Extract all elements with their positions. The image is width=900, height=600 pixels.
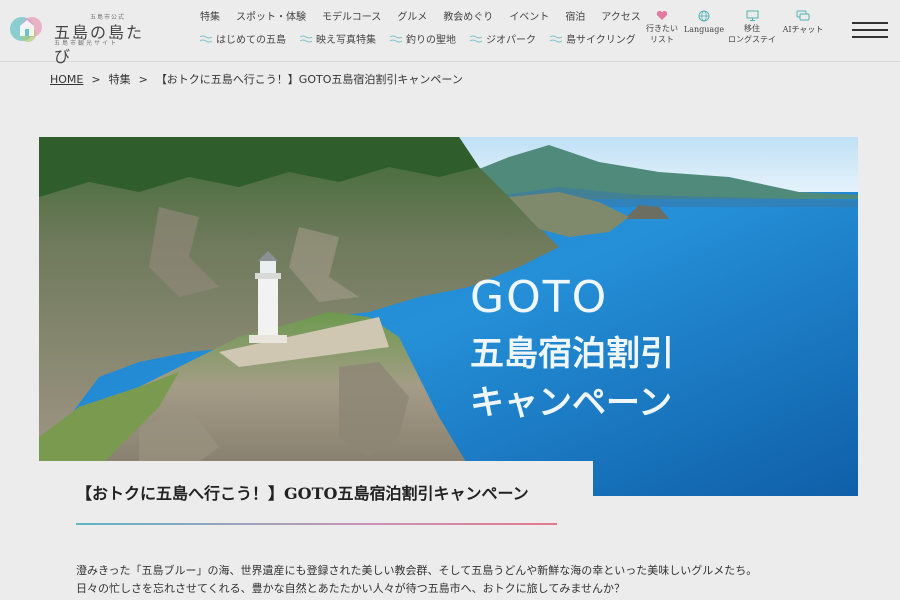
intro-line-1: 澄みきった「五島ブルー」の海、世界遺産にも登録された美しい教会群、そして五島うど… [76,564,758,577]
nav-label: 映え写真特集 [316,35,376,46]
wishlist-label-2: リスト [650,35,674,44]
coastline-lighthouse-illustration [39,137,858,496]
page-title: 【おトクに五島へ行こう！】GOTO五島宿泊割引キャンペーン [76,484,529,503]
nav-item-churches[interactable]: 教会めぐり [435,8,501,23]
nav-item-fishing[interactable]: 釣りの聖地 [390,31,456,46]
wave-icon [390,35,402,42]
nav-label: ジオパーク [486,35,536,46]
nav-item-stay[interactable]: 宿泊 [557,8,593,23]
breadcrumb-home[interactable]: HOME [50,73,83,86]
breadcrumb-current: 【おトクに五島へ行こう！】GOTO五島宿泊割引キャンペーン [155,73,463,86]
nav-item-first-time[interactable]: はじめての五島 [200,31,286,46]
nav-label: 島サイクリング [566,35,636,46]
nav-item-geopark[interactable]: ジオパーク [470,31,536,46]
globe-icon [698,10,710,22]
secondary-nav: はじめての五島 映え写真特集 釣りの聖地 ジオパーク 島サイクリング [200,31,650,46]
hero-headline-line-2: 五島宿泊割引 [470,334,674,374]
hero-headline-line-1: GOTO [470,272,609,323]
site-header: 五島市公式 五島の島たび 五島市観光サイト 特集 スポット・体験 モデルコース … [0,0,900,66]
nav-item-spots[interactable]: スポット・体験 [228,8,314,23]
primary-nav: 特集 スポット・体験 モデルコース グルメ 教会めぐり イベント 宿泊 アクセス [200,8,649,23]
logo-sub-text: 五島市観光サイト [54,40,119,47]
intro-line-2: 日々の忙しさを忘れさせてくれる、豊かな自然とあたたかい人々が待つ五島市へ、おトク… [76,582,626,595]
longstay-label-1: 移住 [744,24,760,33]
breadcrumb-separator: > [138,72,148,86]
hero-headline-line-3: キャンペーン [470,383,673,423]
logo-mark-icon [10,17,42,42]
intro-text: 澄みきった「五島ブルー」の海、世界遺産にも登録された美しい教会群、そして五島うど… [76,562,757,598]
breadcrumb: HOME > 特集 > 【おトクに五島へ行こう！】GOTO五島宿泊割引キャンペー… [50,71,463,87]
nav-item-gourmet[interactable]: グルメ [389,8,435,23]
hero-image: GOTO 五島宿泊割引 キャンペーン [39,137,858,496]
nav-item-model-course[interactable]: モデルコース [314,8,389,23]
chat-bubble-icon [796,10,810,21]
breadcrumb-separator: > [91,72,101,86]
monitor-icon [746,10,758,21]
nav-label: 釣りの聖地 [406,35,456,46]
nav-item-photo[interactable]: 映え写真特集 [300,31,376,46]
nav-item-events[interactable]: イベント [501,8,557,23]
longstay-label-2: ロングステイ [728,35,776,44]
ai-chat-button[interactable]: AIチャット [775,10,831,35]
wave-icon [550,35,562,42]
wave-icon [300,35,312,42]
wave-icon [470,35,482,42]
nav-item-feature[interactable]: 特集 [200,8,228,23]
longstay-button[interactable]: 移住 ロングステイ [724,10,780,45]
wave-icon [200,35,212,42]
site-logo[interactable]: 五島市公式 五島の島たび 五島市観光サイト [8,12,148,66]
hamburger-menu-icon[interactable] [852,22,888,40]
heart-icon [656,10,668,20]
ai-chat-label: AIチャット [782,25,824,34]
title-underline [76,523,557,525]
nav-label: はじめての五島 [216,35,286,46]
nav-item-cycling[interactable]: 島サイクリング [550,31,636,46]
breadcrumb-feature[interactable]: 特集 [109,71,131,87]
